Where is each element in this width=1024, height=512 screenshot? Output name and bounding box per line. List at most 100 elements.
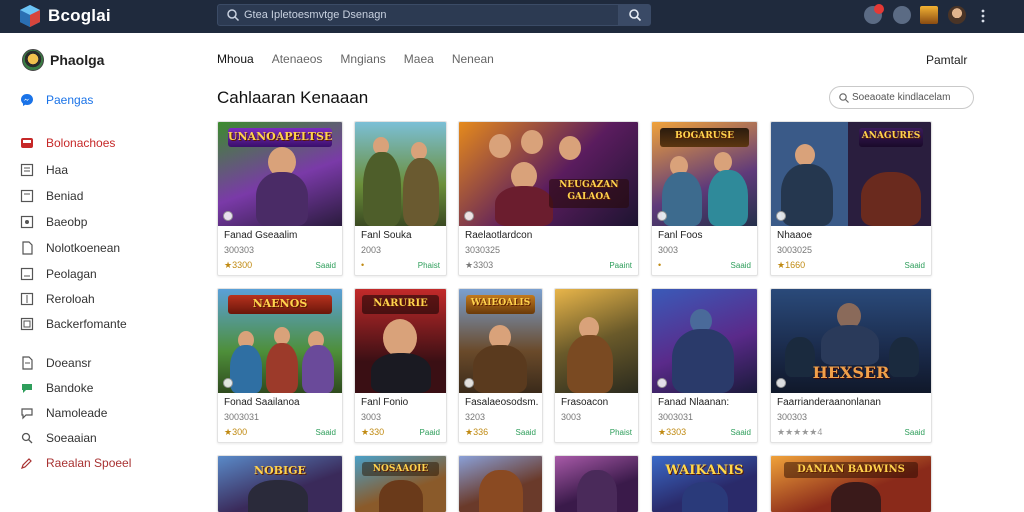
sidebar-item-12[interactable]: Soeaaian [20, 429, 97, 447]
game-subtitle: 3003031 [658, 412, 694, 422]
game-title: Nhaaoe [777, 230, 813, 241]
tab-0[interactable]: Mhoua [217, 52, 254, 70]
game-title: Fanad Gseaalim [224, 230, 298, 241]
tab-4[interactable]: Nenean [452, 52, 494, 70]
tab-1[interactable]: Atenaeos [272, 52, 323, 70]
top-bar: Bcoglai Gtea Ipletoesmvtge Dsenagn [0, 0, 1024, 33]
square-icon [20, 317, 34, 331]
game-rating: ★3303 [658, 427, 687, 437]
game-cover-title: HEXSER [812, 362, 890, 382]
sidebar-item-3[interactable]: Beniad [20, 187, 83, 205]
app-logo-icon[interactable] [18, 4, 42, 28]
game-cover-title: NEUGAZAN GALAOA [548, 179, 630, 209]
sidebar-item-0[interactable]: Paengas [20, 91, 93, 109]
game-library-icon[interactable] [920, 6, 938, 24]
game-card[interactable]: NOSAAOIE [354, 455, 447, 512]
avatar[interactable] [948, 6, 966, 24]
sidebar-item-label: Raealan Spoeel [46, 456, 132, 470]
game-subtitle: 2003 [361, 245, 382, 255]
messenger-icon [21, 94, 33, 106]
profile-avatar[interactable] [22, 49, 44, 71]
game-cover-title: NOBIGE [254, 464, 306, 477]
game-card[interactable]: WAIKANIS [651, 455, 758, 512]
game-card[interactable]: NOBIGE [217, 455, 343, 512]
app-name[interactable]: Bcoglai [48, 6, 111, 26]
sidebar-item-4[interactable]: Baeobp [20, 213, 87, 231]
game-subtitle: 3030325 [465, 245, 501, 255]
filter-search-input[interactable]: Soeaoate kindlacelam [829, 86, 974, 109]
sidebar-item-label: Peolagan [46, 267, 97, 281]
game-title: Fasalaeosodsm. [465, 397, 538, 408]
game-card[interactable]: DANIAN BADWINS [770, 455, 932, 512]
game-cover-title: BOGARUSE [660, 128, 749, 147]
search-value[interactable]: Gtea Ipletoesmvtge Dsenagn [244, 9, 386, 21]
game-card[interactable]: HEXSER Faarrianderaanonlanan 300303 ★★★★… [770, 288, 932, 443]
more-options-icon[interactable] [977, 9, 989, 23]
sidebar-item-10[interactable]: Bandoke [20, 379, 93, 397]
game-rating: • [658, 260, 662, 270]
search-input[interactable]: Gtea Ipletoesmvtge Dsenagn [217, 4, 619, 26]
sidebar-item-label: Bolonachoes [46, 136, 116, 150]
game-card[interactable]: Fanad Nlaanan: 3003031 ★3303 Saaid [651, 288, 758, 443]
game-card[interactable]: NARURIE Fanl Fonio 3003 ★330 Paaid [354, 288, 447, 443]
sidebar-item-11[interactable]: Namoleade [20, 404, 107, 422]
game-card[interactable]: ANAGURES Nhaaoe 3003025 ★1660 Saaid [770, 121, 932, 276]
search-icon [839, 93, 849, 103]
search-icon [629, 9, 642, 22]
game-cover-image: HEXSER [771, 289, 931, 393]
game-card[interactable]: NAENOS Fonad Saailanoa 3003031 ★300 Saai… [217, 288, 343, 443]
game-cover-image: NAENOS [218, 289, 342, 393]
profile-name[interactable]: Phaolga [50, 52, 104, 68]
sidebar-item-7[interactable]: Reroloah [20, 290, 95, 308]
platform-badge [464, 378, 474, 388]
game-cover-image: NEUGAZAN GALAOA [459, 122, 638, 226]
chat-icon [22, 384, 32, 393]
game-title: Frasoacon [561, 397, 609, 408]
game-cover-title: NAENOS [227, 295, 333, 314]
tab-2[interactable]: Mngians [340, 52, 385, 70]
sidebar-item-8[interactable]: Backerfomante [20, 315, 127, 333]
tab-3[interactable]: Maea [404, 52, 434, 70]
game-card[interactable]: Fanl Souka 2003 • Phaist [354, 121, 447, 276]
game-title: Fanad Nlaanan: [658, 397, 730, 408]
game-cover-title: DANIAN BADWINS [783, 462, 919, 478]
game-cover-image [652, 289, 757, 393]
category-tabs: Mhoua Atenaeos Mngians Maea Nenean [217, 52, 512, 70]
sidebar-item-9[interactable]: Doeansr [20, 354, 91, 372]
game-rating: ★336 [465, 427, 489, 437]
platform-badge [657, 211, 667, 221]
edit-icon [21, 458, 32, 469]
game-card[interactable]: WAIEOALIS Fasalaeosodsm. 3203 ★336 Saaid [458, 288, 543, 443]
game-card[interactable] [458, 455, 543, 512]
game-subtitle: 3003 [658, 245, 679, 255]
game-subtitle: 300303 [224, 245, 255, 255]
top-right-link[interactable]: Pamtalr [926, 53, 967, 67]
sidebar-item-13[interactable]: Raealan Spoeel [20, 454, 131, 472]
sidebar-item-6[interactable]: Peolagan [20, 265, 97, 283]
sidebar-item-2[interactable]: Haa [20, 161, 68, 179]
game-card[interactable]: UNANOAPELTSEIRAD Fanad Gseaalim 300303 ★… [217, 121, 343, 276]
game-title: Fonad Saailanoa [224, 397, 300, 408]
messages-icon[interactable] [893, 6, 911, 24]
sidebar-item-1[interactable]: Bolonachoes [20, 134, 115, 152]
notification-badge [874, 4, 884, 14]
game-rating: ★1660 [777, 260, 806, 270]
game-cover-image: WAIEOALIS [459, 289, 542, 393]
game-status: Phaist [417, 261, 440, 270]
game-card[interactable]: NEUGAZAN GALAOA Raelaotlardcon 3030325 ★… [458, 121, 639, 276]
game-cover-image: WAIKANIS [652, 456, 757, 512]
game-rating: ★3303 [465, 260, 494, 270]
search-icon [227, 9, 240, 22]
game-title: Raelaotlardcon [465, 230, 533, 241]
sidebar-item-5[interactable]: Nolotkoenean [20, 239, 120, 257]
game-card[interactable]: Frasoacon 3003 Phaist [554, 288, 639, 443]
search-button[interactable] [619, 4, 651, 26]
game-cover-title: WAIKANIS [665, 463, 744, 478]
game-status: Phaist [609, 428, 632, 437]
sidebar-item-label: Nolotkoenean [46, 241, 121, 255]
game-cover-title: UNANOAPELTSEIRAD [227, 128, 333, 147]
game-card[interactable]: BOGARUSE Fanl Foos 3003 • Saaid [651, 121, 758, 276]
game-title: Fanl Souka [361, 230, 412, 241]
game-card[interactable] [554, 455, 639, 512]
game-cover-image [459, 456, 542, 512]
